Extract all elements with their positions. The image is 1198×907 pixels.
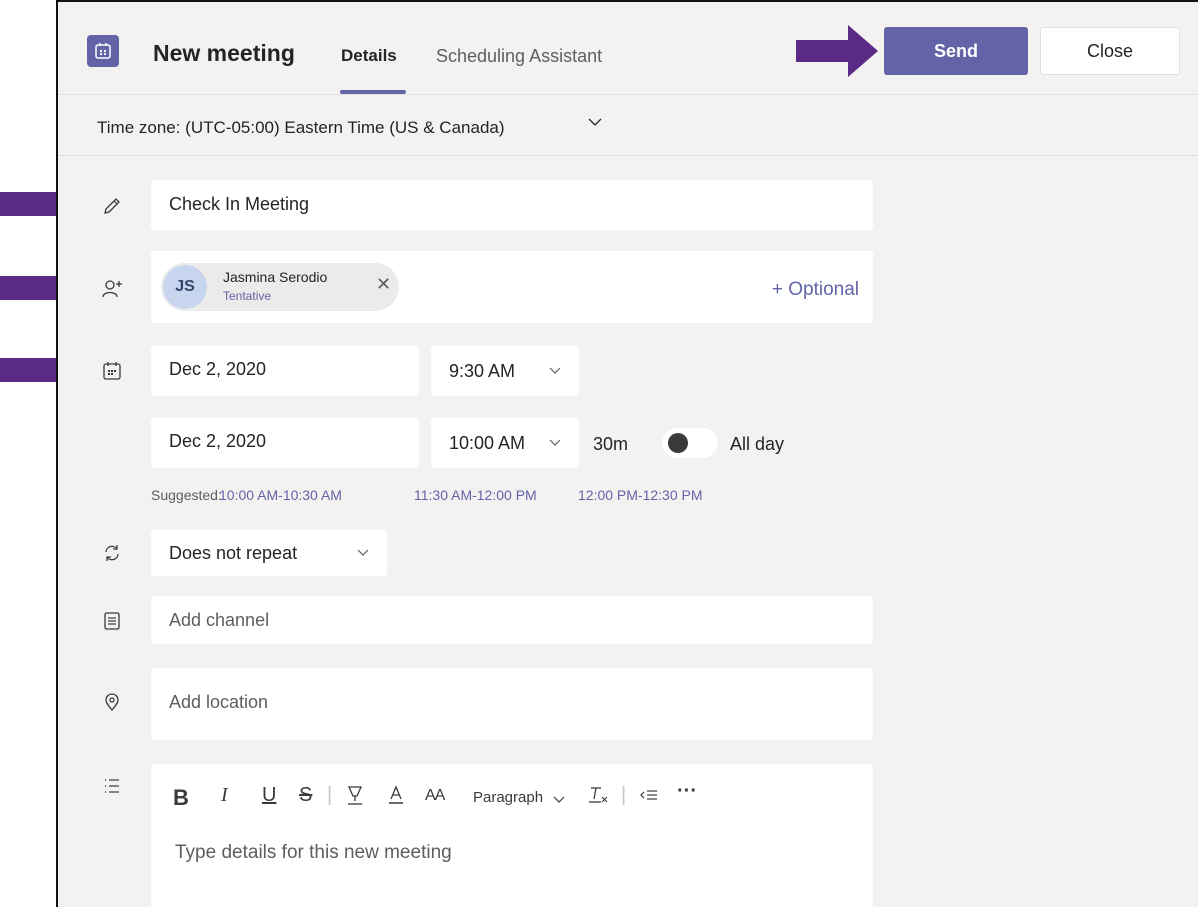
font-color-icon[interactable] <box>387 784 405 812</box>
attendee-chip[interactable]: JS Jasmina Serodio Tentative ✕ <box>161 263 399 311</box>
duration-label: 30m <box>593 434 629 454</box>
tab-scheduling-assistant[interactable]: Scheduling Assistant <box>436 46 602 67</box>
strikethrough-button[interactable]: S <box>299 784 312 807</box>
start-time-select[interactable]: 9:30 AM <box>431 346 579 396</box>
suggested-slot[interactable]: 10:00 AM-10:30 AM <box>219 487 342 503</box>
attendee-name: Jasmina Serodio <box>223 269 328 285</box>
suggested-slot[interactable]: 11:30 AM-12:00 PM <box>414 487 537 503</box>
title-value: Check In Meeting <box>169 194 310 214</box>
start-date-field[interactable]: Dec 2, 2020 <box>151 346 419 396</box>
pencil-icon <box>100 194 124 218</box>
highlight-icon[interactable] <box>345 784 365 812</box>
calendar-app-icon <box>87 35 119 67</box>
timezone-row: Time zone: (UTC-05:00) Eastern Time (US … <box>58 96 1198 156</box>
end-date-field[interactable]: Dec 2, 2020 <box>151 418 419 468</box>
attendees-field[interactable]: JS Jasmina Serodio Tentative ✕ + Optiona… <box>151 251 873 323</box>
start-date-value: Dec 2, 2020 <box>169 359 267 379</box>
toggle-knob <box>668 433 688 453</box>
underline-button[interactable]: U <box>262 784 276 807</box>
details-placeholder: Type details for this new meeting <box>175 842 452 863</box>
location-placeholder: Add location <box>169 692 269 712</box>
decrease-indent-icon[interactable] <box>638 784 660 812</box>
header: New meeting Details Scheduling Assistant… <box>58 2 1198 95</box>
chevron-down-icon[interactable] <box>552 789 566 812</box>
chevron-down-icon <box>548 435 562 452</box>
repeat-select[interactable]: Does not repeat <box>151 530 387 576</box>
repeat-value: Does not repeat <box>169 543 298 563</box>
clear-formatting-icon[interactable] <box>587 784 609 812</box>
italic-button[interactable]: I <box>221 784 228 807</box>
tab-details[interactable]: Details <box>341 46 397 66</box>
attendee-status: Tentative <box>223 289 272 303</box>
add-person-icon <box>100 277 124 301</box>
suggested-label: Suggested: <box>151 487 222 503</box>
chevron-down-icon <box>356 545 370 562</box>
bold-button[interactable]: B <box>173 785 189 811</box>
send-button[interactable]: Send <box>884 27 1028 75</box>
timezone-selector[interactable]: Time zone: (UTC-05:00) Eastern Time (US … <box>97 118 505 138</box>
location-field[interactable]: Add location <box>151 668 873 740</box>
page-title: New meeting <box>153 40 295 66</box>
calendar-icon <box>100 359 124 383</box>
close-button[interactable]: Close <box>1040 27 1180 75</box>
suggested-slot[interactable]: 12:00 PM-12:30 PM <box>578 487 703 503</box>
paragraph-select[interactable]: Paragraph <box>473 789 543 806</box>
details-list-icon <box>100 774 124 798</box>
remove-attendee-icon[interactable]: ✕ <box>376 274 391 295</box>
channel-field[interactable]: Add channel <box>151 596 873 644</box>
title-field[interactable]: Check In Meeting <box>151 180 873 230</box>
details-editor[interactable]: B I U S | AA Paragraph | ··· Type detail… <box>151 764 873 907</box>
chevron-down-icon[interactable] <box>587 114 603 135</box>
more-options-icon[interactable]: ··· <box>677 780 697 803</box>
all-day-toggle[interactable] <box>662 428 718 458</box>
channel-icon <box>100 609 124 633</box>
optional-attendees-link[interactable]: + Optional <box>772 279 859 301</box>
annotation-arrow-send <box>796 25 878 77</box>
end-date-value: Dec 2, 2020 <box>169 431 267 451</box>
avatar: JS <box>163 265 207 309</box>
font-size-button[interactable]: AA <box>425 787 445 805</box>
end-time-select[interactable]: 10:00 AM <box>431 418 579 468</box>
all-day-label: All day <box>730 434 785 454</box>
end-time-value: 10:00 AM <box>449 433 526 453</box>
channel-placeholder: Add channel <box>169 610 270 630</box>
meeting-window: New meeting Details Scheduling Assistant… <box>56 0 1198 907</box>
active-tab-indicator <box>340 90 406 94</box>
toolbar-divider: | <box>327 784 333 806</box>
location-pin-icon <box>100 690 124 714</box>
start-time-value: 9:30 AM <box>449 361 516 381</box>
repeat-icon <box>100 541 124 565</box>
chevron-down-icon <box>548 363 562 380</box>
toolbar-divider: | <box>621 784 627 806</box>
